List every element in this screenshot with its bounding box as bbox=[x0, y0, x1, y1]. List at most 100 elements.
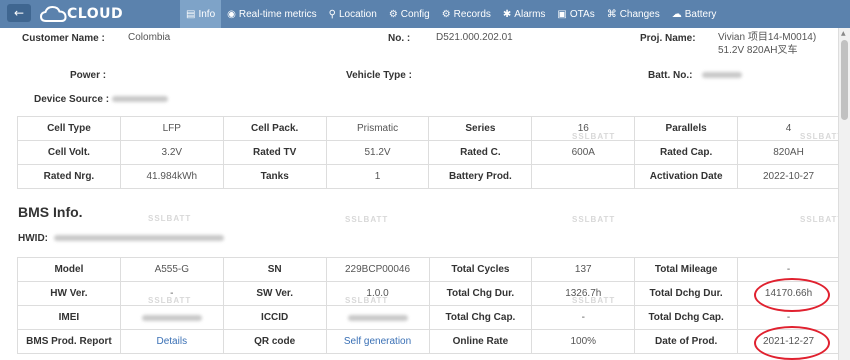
link-details[interactable]: Details bbox=[157, 336, 188, 347]
field-value-cell: 1 bbox=[325, 164, 430, 189]
no-value: D521.000.202.01 bbox=[436, 32, 513, 43]
field-label-cell: ICCID bbox=[222, 305, 327, 330]
table-row: HW Ver. - SW Ver. 1.0.0 Total Chg Dur. 1326.7… bbox=[17, 281, 838, 306]
highlight-circle-dchg-dur bbox=[754, 278, 830, 312]
bms-info-table: Model A555-G SN 229BCP00046 Total Cycles 137 T… bbox=[17, 257, 838, 354]
info-icon: ▤ bbox=[186, 8, 196, 20]
field-label-cell: Tanks bbox=[222, 164, 327, 189]
tab-records[interactable]: ⚙ Records bbox=[436, 0, 497, 28]
power-label: Power : bbox=[70, 70, 107, 81]
link-self-generation[interactable]: Self generation bbox=[344, 336, 411, 347]
tab-real-time-metrics[interactable]: ◉ Real-time metrics bbox=[221, 0, 323, 28]
field-label-cell: Rated C. bbox=[428, 140, 533, 165]
field-label-cell: BMS Prod. Report bbox=[17, 329, 121, 354]
field-value-cell: 3.2V bbox=[119, 140, 224, 165]
watermark: SSLBATT bbox=[148, 296, 192, 305]
field-label-cell: Cell Pack. bbox=[222, 116, 327, 141]
tab-otas[interactable]: ▣ OTAs bbox=[551, 0, 600, 28]
tab-changes[interactable]: ⌘ Changes bbox=[601, 0, 666, 28]
cloud-logo[interactable]: CLOUD bbox=[39, 3, 123, 25]
bug-icon: ✱ bbox=[502, 8, 512, 20]
watermark: SSLBATT bbox=[800, 132, 838, 141]
tab-info[interactable]: ▤ Info bbox=[180, 0, 222, 28]
tab-label: Location bbox=[339, 8, 377, 20]
table-row: Rated Nrg. 41.984kWh Tanks 1 Battery Prod. Ac… bbox=[17, 164, 838, 189]
field-label-cell: SN bbox=[222, 257, 327, 282]
field-value-cell: 137 bbox=[531, 257, 636, 282]
field-value-cell: 229BCP00046 bbox=[325, 257, 430, 282]
tab-battery[interactable]: ☁ Battery bbox=[666, 0, 723, 28]
field-label-cell: SW Ver. bbox=[222, 281, 327, 306]
tab-label: Alarms bbox=[514, 8, 546, 20]
info-page: Customer Name : Colombia No. : D521.000.… bbox=[0, 28, 838, 360]
camera-icon: ▣ bbox=[557, 8, 567, 20]
field-value-cell bbox=[119, 305, 224, 330]
sitemap-icon: ⌘ bbox=[606, 8, 617, 20]
gears-icon: ⚙ bbox=[441, 8, 451, 20]
top-nav-bar: ← CLOUD ▤ Info ◉ Real-time metrics ⚲ Location… bbox=[0, 0, 850, 28]
logo-text: CLOUD bbox=[67, 6, 124, 22]
battery-specs-table: Cell Type LFP Cell Pack. Prismatic Series 16 P… bbox=[17, 116, 838, 189]
nav-tabs: ▤ Info ◉ Real-time metrics ⚲ Location ⚙ Config ⚙… bbox=[180, 0, 722, 28]
field-label-cell: Model bbox=[17, 257, 121, 282]
watermark: SSLBATT bbox=[800, 215, 838, 224]
field-value-cell: 51.2V bbox=[325, 140, 430, 165]
customer-name-label: Customer Name : bbox=[22, 33, 105, 44]
field-label-cell: Total Dchg Dur. bbox=[634, 281, 739, 306]
table-row: Cell Type LFP Cell Pack. Prismatic Series 16 P… bbox=[17, 116, 838, 141]
field-label-cell: Series bbox=[428, 116, 533, 141]
field-label-cell: Date of Prod. bbox=[634, 329, 739, 354]
proj-name-label: Proj. Name: bbox=[640, 33, 696, 44]
eye-icon: ◉ bbox=[227, 8, 236, 20]
batt-no-redacted bbox=[702, 72, 742, 78]
tab-label: Changes bbox=[619, 8, 660, 20]
field-value-cell: 820AH bbox=[737, 140, 838, 165]
field-label-cell: Online Rate bbox=[428, 329, 533, 354]
table-row: IMEI ICCID Total Chg Cap. - Total Dchg Cap. - bbox=[17, 305, 838, 330]
watermark: SSLBATT bbox=[572, 132, 616, 141]
field-value-cell: Prismatic bbox=[325, 116, 430, 141]
gear-icon: ⚙ bbox=[388, 8, 398, 20]
field-value-cell: 100% bbox=[531, 329, 636, 354]
field-label-cell: HW Ver. bbox=[17, 281, 121, 306]
field-label-cell: Total Mileage bbox=[634, 257, 739, 282]
field-label-cell: QR code bbox=[222, 329, 327, 354]
tab-config[interactable]: ⚙ Config bbox=[383, 0, 436, 28]
hwid-redacted bbox=[54, 235, 224, 241]
field-value-cell: LFP bbox=[119, 116, 224, 141]
field-label-cell: Cell Volt. bbox=[17, 140, 121, 165]
batt-no-label: Batt. No.: bbox=[648, 70, 693, 81]
field-value-cell: 600A bbox=[531, 140, 636, 165]
field-label-cell: Battery Prod. bbox=[428, 164, 533, 189]
field-label-cell: Rated TV bbox=[222, 140, 327, 165]
field-value-cell: 2022-10-27 bbox=[737, 164, 838, 189]
field-label-cell: Activation Date bbox=[634, 164, 739, 189]
no-label: No. : bbox=[388, 33, 411, 44]
scroll-thumb[interactable] bbox=[841, 40, 848, 120]
highlight-circle-date-of-prod bbox=[754, 326, 830, 360]
tab-label: OTAs bbox=[569, 8, 595, 20]
tab-alarms[interactable]: ✱ Alarms bbox=[497, 0, 552, 28]
field-label-cell: Cell Type bbox=[17, 116, 121, 141]
field-value-cell: Self generation bbox=[325, 329, 430, 354]
field-value-cell: 41.984kWh bbox=[119, 164, 224, 189]
field-label-cell: Total Chg Cap. bbox=[428, 305, 533, 330]
field-value-cell bbox=[531, 164, 636, 189]
scroll-up-arrow-icon[interactable]: ▲ bbox=[841, 30, 846, 37]
device-source-label: Device Source : bbox=[34, 94, 110, 105]
back-button[interactable]: ← bbox=[7, 4, 31, 22]
watermark: SSLBATT bbox=[572, 296, 616, 305]
proj-name-value-line1: Vivian 项目14-M0014) bbox=[718, 32, 817, 43]
tab-label: Real-time metrics bbox=[238, 8, 317, 20]
field-label-cell: Total Cycles bbox=[428, 257, 533, 282]
proj-name-value-line2: 51.2V 820AH叉车 bbox=[718, 45, 798, 56]
field-value-cell: A555-G bbox=[119, 257, 224, 282]
redacted-value bbox=[141, 314, 202, 321]
watermark: SSLBATT bbox=[345, 215, 389, 224]
field-label-cell: Total Chg Dur. bbox=[428, 281, 533, 306]
field-label-cell: Rated Cap. bbox=[634, 140, 739, 165]
redacted-value bbox=[347, 314, 408, 321]
vertical-scrollbar[interactable]: ▲ bbox=[838, 28, 850, 360]
field-label-cell: Total Dchg Cap. bbox=[634, 305, 739, 330]
tab-location[interactable]: ⚲ Location bbox=[323, 0, 383, 28]
